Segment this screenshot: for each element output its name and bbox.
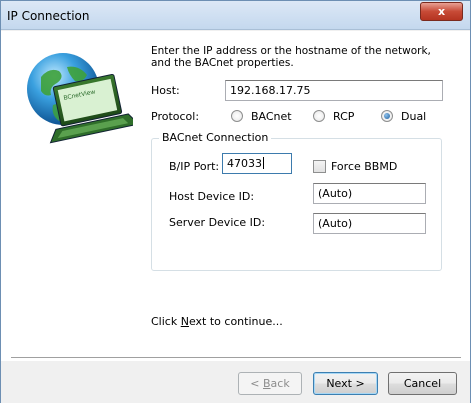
intro-text: Enter the IP address or the hostname of …	[151, 45, 431, 69]
protocol-label: Protocol:	[151, 110, 200, 123]
cancel-button[interactable]: Cancel	[388, 372, 457, 395]
close-icon: x	[437, 5, 446, 18]
back-button[interactable]: < Back	[238, 372, 302, 395]
protocol-option-rcp-label[interactable]: RCP	[333, 110, 354, 123]
close-button[interactable]: x	[420, 2, 463, 21]
network-globe-laptop-icon: BCnetView	[27, 53, 133, 144]
server-device-id-label: Server Device ID:	[169, 216, 266, 229]
continue-hint: Click Next to continue...	[151, 315, 283, 328]
host-device-id-label: Host Device ID:	[169, 190, 255, 203]
bacnet-connection-group	[151, 138, 442, 271]
next-button[interactable]: Next >	[313, 372, 378, 395]
back-button-rest: ack	[270, 377, 290, 390]
continue-hint-mnemonic: N	[180, 315, 189, 328]
ip-connection-dialog: IP Connection x BCnetView Enter the IP a…	[0, 0, 471, 403]
protocol-option-bacnet-label[interactable]: BACnet	[251, 110, 292, 123]
title-bar[interactable]: IP Connection x	[1, 1, 470, 30]
bip-port-input[interactable]: 47033	[222, 153, 292, 174]
host-label: Host:	[151, 84, 180, 97]
back-button-prefix: <	[250, 377, 263, 390]
server-device-id-input[interactable]: (Auto)	[313, 213, 426, 234]
text-caret	[263, 157, 264, 169]
protocol-radio-dual[interactable]	[381, 110, 393, 122]
window-title: IP Connection	[7, 9, 90, 23]
bip-port-value: 47033	[227, 157, 262, 170]
force-bbmd-checkbox[interactable]	[313, 160, 326, 173]
continue-hint-suffix: to continue...	[206, 315, 283, 328]
host-input[interactable]: 192.168.17.75	[225, 80, 443, 101]
host-device-id-input[interactable]: (Auto)	[313, 183, 426, 204]
force-bbmd-label[interactable]: Force BBMD	[331, 160, 397, 173]
bip-port-label: B/IP Port:	[169, 160, 220, 173]
dialog-body: BCnetView Enter the IP address or the ho…	[1, 31, 470, 403]
protocol-option-dual-label[interactable]: Dual	[401, 110, 426, 123]
protocol-radio-rcp[interactable]	[313, 110, 325, 122]
continue-hint-prefix: Click	[151, 315, 181, 328]
protocol-radio-bacnet[interactable]	[231, 110, 243, 122]
bacnet-group-title: BACnet Connection	[159, 131, 272, 144]
continue-hint-next-rest: ext	[188, 315, 207, 328]
footer-separator	[11, 357, 461, 359]
back-button-mnemonic: B	[263, 377, 271, 390]
